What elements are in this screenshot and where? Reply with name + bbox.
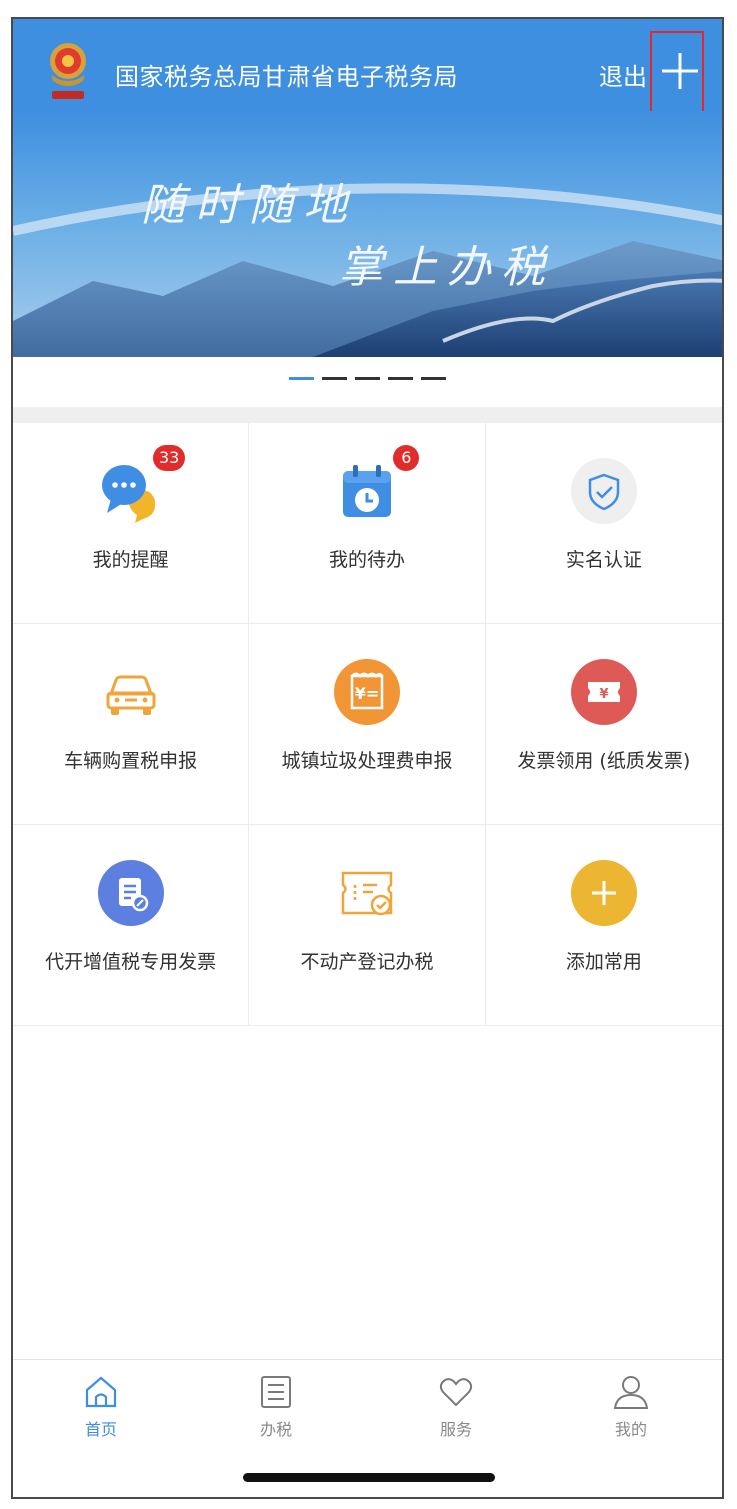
home-icon xyxy=(85,1376,117,1408)
bottom-tab-bar: 首页 办税 服务 我的 xyxy=(13,1359,722,1460)
grid-item-label: 我的待办 xyxy=(328,549,405,571)
ticket-list-check-icon xyxy=(341,871,393,916)
tab-label: 首页 xyxy=(84,1420,117,1439)
tab-label: 我的 xyxy=(614,1420,647,1439)
grid-item-vehicle-tax[interactable]: 车辆购置税申报 xyxy=(13,624,250,825)
carousel-dot-3[interactable] xyxy=(355,377,380,380)
app-title: 国家税务总局甘肃省电子税务局 xyxy=(115,63,458,91)
ticket-yen-icon: ¥ xyxy=(570,659,637,725)
tab-label: 服务 xyxy=(439,1420,472,1439)
function-grid: 33 我的提醒 6 我的待办 实名认证 车辆购置税申报 ¥= 城镇垃圾处理费申报… xyxy=(13,423,722,1026)
person-icon xyxy=(613,1376,649,1409)
grid-item-label: 发票领用 (纸质发票) xyxy=(517,750,691,772)
carousel-indicator xyxy=(13,377,722,385)
home-indicator xyxy=(243,1473,495,1482)
heart-icon xyxy=(439,1378,473,1407)
tab-service[interactable]: 服务 xyxy=(406,1372,506,1440)
grid-item-label: 车辆购置税申报 xyxy=(64,750,198,772)
banner-slogan-line1: 随时随地 xyxy=(141,180,357,231)
grid-item-garbage-fee[interactable]: ¥= 城镇垃圾处理费申报 xyxy=(249,624,486,825)
calendar-clock-icon xyxy=(342,465,391,517)
grid-item-real-name-auth[interactable]: 实名认证 xyxy=(485,423,722,624)
tab-label: 办税 xyxy=(259,1420,292,1439)
section-divider xyxy=(13,407,722,423)
grid-item-label: 不动产登记办税 xyxy=(300,951,434,973)
logout-button[interactable]: 退出 xyxy=(599,57,647,92)
grid-item-label: 代开增值税专用发票 xyxy=(45,951,217,973)
tab-mine[interactable]: 我的 xyxy=(581,1372,681,1440)
car-icon xyxy=(106,675,156,715)
chat-bubbles-icon xyxy=(101,465,155,523)
document-edit-icon xyxy=(97,860,164,926)
grid-item-todo[interactable]: 6 我的待办 xyxy=(249,423,486,624)
receipt-yen-icon: ¥= xyxy=(333,659,400,725)
carousel-dot-4[interactable] xyxy=(388,377,413,380)
carousel-dot-2[interactable] xyxy=(322,377,347,380)
svg-text:¥=: ¥= xyxy=(355,684,380,703)
carousel-dot-1[interactable] xyxy=(289,377,314,380)
svg-text:¥: ¥ xyxy=(599,687,608,702)
grid-item-label: 城镇垃圾处理费申报 xyxy=(281,750,453,772)
add-icon xyxy=(570,860,637,926)
grid-item-label: 实名认证 xyxy=(565,549,642,571)
banner-slogan-line2: 掌上办税 xyxy=(339,242,555,293)
app-header: 国家税务总局甘肃省电子税务局 退出 xyxy=(13,19,722,131)
shield-check-icon xyxy=(570,458,637,524)
grid-item-reminders[interactable]: 33 我的提醒 xyxy=(13,423,250,624)
grid-item-add-favorite[interactable]: 添加常用 xyxy=(485,825,722,1026)
china-tax-emblem-icon xyxy=(50,43,86,99)
todo-badge: 6 xyxy=(393,445,420,471)
grid-item-invoice-collect[interactable]: ¥ 发票领用 (纸质发票) xyxy=(485,624,722,825)
carousel-dot-5[interactable] xyxy=(421,377,446,380)
phone-screen: 国家税务总局甘肃省电子税务局 退出 随时随地 掌上办税 33 我的提醒 6 我的… xyxy=(11,17,724,1499)
tab-home[interactable]: 首页 xyxy=(51,1372,151,1440)
reminders-badge: 33 xyxy=(153,445,186,471)
grid-item-label: 添加常用 xyxy=(565,951,642,973)
tab-tax[interactable]: 办税 xyxy=(226,1372,326,1440)
list-icon xyxy=(261,1376,291,1408)
grid-item-vat-invoice[interactable]: 代开增值税专用发票 xyxy=(13,825,250,1026)
banner-carousel[interactable]: 随时随地 掌上办税 xyxy=(13,111,722,357)
grid-item-real-estate[interactable]: 不动产登记办税 xyxy=(249,825,486,1026)
grid-item-label: 我的提醒 xyxy=(92,549,169,571)
